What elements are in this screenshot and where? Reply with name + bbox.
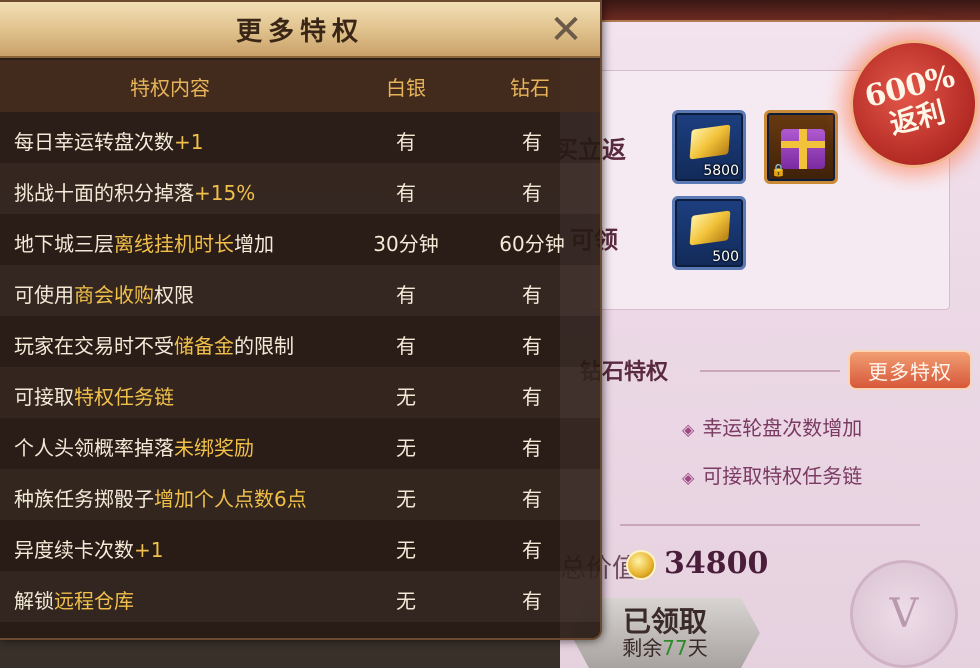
table-row: 可使用商会收购权限 有 有 bbox=[0, 265, 600, 316]
claimed-label: 已领取 bbox=[622, 604, 707, 638]
coin-icon bbox=[626, 550, 656, 580]
table-row: 挑战十面的积分掉落+15% 有 有 bbox=[0, 163, 600, 214]
diamond-value: 有 bbox=[522, 487, 542, 511]
privilege-text: 每日幸运转盘次数+1 bbox=[14, 130, 204, 154]
close-icon[interactable]: ✕ bbox=[546, 10, 586, 50]
privilege-text: 解锁远程仓库 bbox=[14, 589, 134, 613]
silver-value: 30分钟 bbox=[373, 232, 439, 256]
silver-value: 无 bbox=[396, 538, 416, 562]
table-row: 可接取特权任务链 无 有 bbox=[0, 367, 600, 418]
column-header-row: 特权内容 白银 钻石 bbox=[0, 60, 600, 112]
diamond-value: 有 bbox=[522, 283, 542, 307]
diamond-value: 有 bbox=[522, 436, 542, 460]
privilege-text: 可接取特权任务链 bbox=[14, 385, 174, 409]
gold-bar-item-slot[interactable]: 500 bbox=[672, 196, 746, 270]
perk-item: ◈ 可接取特权任务链 bbox=[682, 464, 863, 488]
column-header-silver: 白银 bbox=[386, 76, 426, 100]
privilege-text: 玩家在交易时不受储备金的限制 bbox=[14, 334, 294, 358]
vip-medal-icon: V bbox=[850, 560, 958, 668]
more-privileges-dialog: 更多特权 ✕ 特权内容 白银 钻石 每日幸运转盘次数+1 有 有 挑战十面的积分… bbox=[0, 0, 602, 640]
silver-value: 无 bbox=[396, 487, 416, 511]
more-privileges-button[interactable]: 更多特权 bbox=[848, 350, 972, 390]
diamond-value: 60分钟 bbox=[499, 232, 565, 256]
privilege-text: 可使用商会收购权限 bbox=[14, 283, 194, 307]
silver-value: 无 bbox=[396, 589, 416, 613]
gold-bar-item-slot[interactable]: 5800 bbox=[672, 110, 746, 184]
item-count: 5800 bbox=[703, 163, 739, 179]
privilege-text: 个人头领概率掉落未绑奖励 bbox=[14, 436, 254, 460]
panel-top-bar bbox=[560, 0, 980, 22]
item-count: 500 bbox=[712, 249, 739, 265]
diamond-value: 有 bbox=[522, 538, 542, 562]
table-row: 每日幸运转盘次数+1 有 有 bbox=[0, 112, 600, 163]
table-row: 种族任务掷骰子增加个人点数6点 无 有 bbox=[0, 469, 600, 520]
column-header-content: 特权内容 bbox=[130, 76, 210, 100]
silver-value: 有 bbox=[396, 181, 416, 205]
privilege-table: 每日幸运转盘次数+1 有 有 挑战十面的积分掉落+15% 有 有 地下城三层离线… bbox=[0, 112, 600, 622]
table-row: 解锁远程仓库 无 有 bbox=[0, 571, 600, 622]
silver-value: 无 bbox=[396, 385, 416, 409]
perk-item: ◈ 幸运轮盘次数增加 bbox=[682, 416, 863, 440]
table-row: 地下城三层离线挂机时长增加 30分钟 60分钟 bbox=[0, 214, 600, 265]
gift-box-item-slot[interactable]: 🔒 bbox=[764, 110, 838, 184]
table-row: 个人头领概率掉落未绑奖励 无 有 bbox=[0, 418, 600, 469]
days-remaining: 剩余77天 bbox=[622, 636, 708, 661]
lock-icon: 🔒 bbox=[771, 163, 786, 177]
divider bbox=[620, 524, 920, 526]
gift-box-icon bbox=[781, 129, 825, 169]
silver-value: 有 bbox=[396, 334, 416, 358]
table-row: 异度续卡次数+1 无 有 bbox=[0, 520, 600, 571]
column-header-diamond: 钻石 bbox=[510, 76, 550, 100]
privilege-text: 种族任务掷骰子增加个人点数6点 bbox=[14, 487, 307, 511]
divider bbox=[700, 370, 840, 372]
gold-bar-icon bbox=[689, 210, 731, 246]
diamond-value: 有 bbox=[522, 334, 542, 358]
privilege-text: 地下城三层离线挂机时长增加 bbox=[14, 232, 274, 256]
diamond-value: 有 bbox=[522, 589, 542, 613]
silver-value: 有 bbox=[396, 283, 416, 307]
silver-value: 无 bbox=[396, 436, 416, 460]
silver-value: 有 bbox=[396, 130, 416, 154]
diamond-value: 有 bbox=[522, 181, 542, 205]
vip-panel: 购买立返 可领 5800 🔒 500 600% 返利 钻石特权 更多特权 ◈幸运… bbox=[560, 0, 980, 668]
diamond-bullet-icon: ◈ bbox=[682, 468, 695, 487]
privilege-text: 异度续卡次数+1 bbox=[14, 538, 164, 562]
gold-bar-icon bbox=[689, 124, 731, 160]
table-row: 玩家在交易时不受储备金的限制 有 有 bbox=[0, 316, 600, 367]
diamond-value: 有 bbox=[522, 385, 542, 409]
dialog-title: 更多特权 bbox=[235, 16, 364, 47]
privilege-text: 挑战十面的积分掉落+15% bbox=[14, 181, 256, 205]
diamond-value: 有 bbox=[522, 130, 542, 154]
total-value: 34800 bbox=[664, 546, 769, 581]
diamond-bullet-icon: ◈ bbox=[682, 420, 695, 439]
dialog-header: 更多特权 ✕ bbox=[0, 2, 600, 58]
